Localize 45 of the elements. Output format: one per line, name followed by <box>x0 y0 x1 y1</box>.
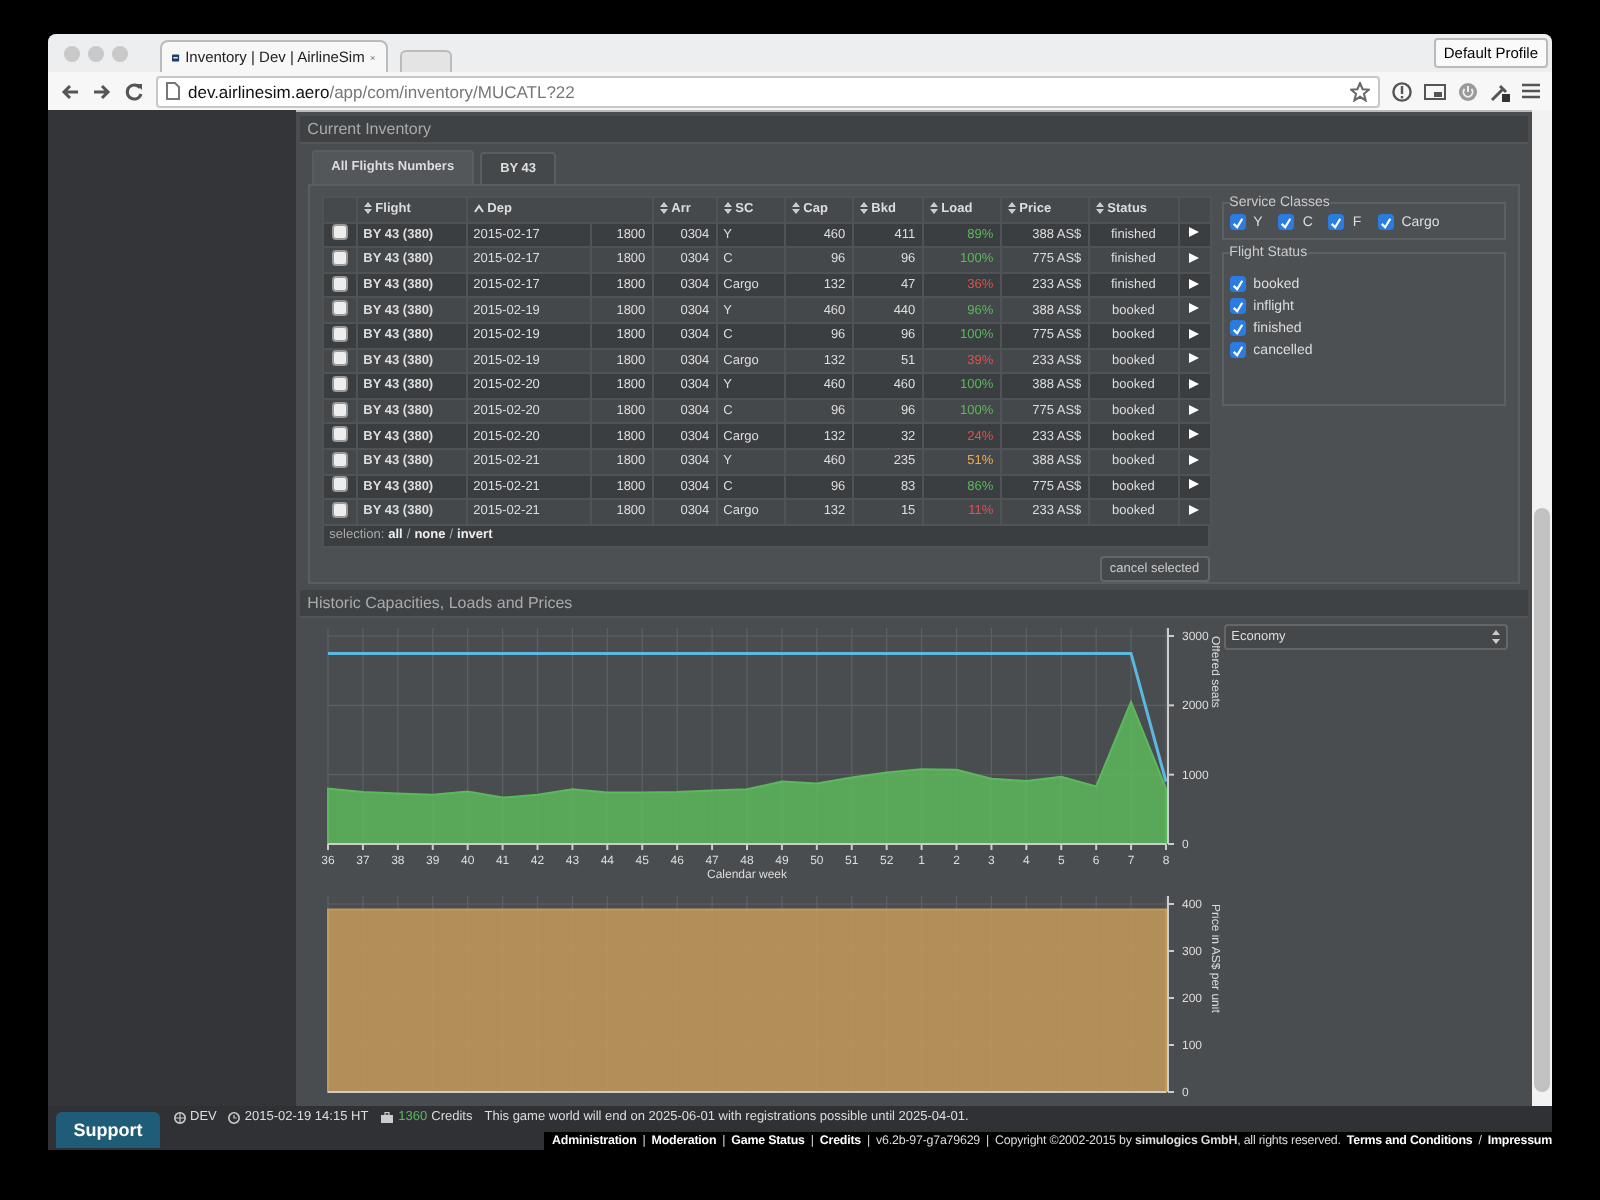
section-header: Historic Capacities, Loads and Prices <box>299 590 1529 618</box>
url-text: dev.airlinesim.aero/app/com/inventory/MUCATL?22 <box>188 81 577 101</box>
cast-icon[interactable] <box>1424 81 1446 101</box>
checkbox[interactable] <box>331 325 348 342</box>
checkmark-icon <box>1379 215 1392 229</box>
checkbox[interactable] <box>331 426 348 443</box>
section-header: Current Inventory <box>299 116 1529 144</box>
checkbox[interactable] <box>1229 276 1246 292</box>
clock-icon <box>228 1111 241 1123</box>
checkbox[interactable] <box>331 350 348 367</box>
reload-icon[interactable] <box>124 81 144 101</box>
checkbox[interactable] <box>331 501 348 518</box>
power-icon[interactable] <box>1458 81 1478 101</box>
checkbox[interactable] <box>1377 214 1394 230</box>
globe-icon <box>174 1111 186 1123</box>
checkbox[interactable] <box>331 300 348 317</box>
checkbox[interactable] <box>331 375 348 392</box>
checkbox[interactable] <box>1229 320 1246 336</box>
checkbox[interactable] <box>331 451 348 468</box>
menu-icon[interactable] <box>1522 82 1540 100</box>
address-bar[interactable]: dev.airlinesim.aero/app/com/inventory/MUCATL?22 <box>156 75 1380 107</box>
briefcase-icon <box>380 1111 395 1123</box>
page-icon <box>166 82 180 100</box>
checkbox[interactable] <box>331 224 348 241</box>
checkmark-icon <box>1330 215 1343 229</box>
checkbox[interactable] <box>1328 214 1345 230</box>
checkbox[interactable] <box>1229 298 1246 314</box>
eyedropper-icon[interactable] <box>1490 81 1510 101</box>
updown-icon <box>1492 630 1501 644</box>
checkbox[interactable] <box>331 275 348 292</box>
support-button[interactable]: Support <box>56 1112 160 1148</box>
checkbox[interactable] <box>1229 342 1246 358</box>
checkbox[interactable] <box>331 249 348 266</box>
checkbox[interactable] <box>1229 214 1246 230</box>
checkbox[interactable] <box>331 401 348 418</box>
back-arrow-icon[interactable] <box>60 81 80 101</box>
scrollbar-thumb[interactable] <box>1534 508 1550 1092</box>
checkbox[interactable] <box>331 476 348 493</box>
checkmark-icon <box>1280 215 1293 229</box>
info-icon[interactable] <box>1392 81 1412 101</box>
checkmark-icon <box>1231 215 1244 229</box>
forward-arrow-icon[interactable] <box>92 81 112 101</box>
checkbox[interactable] <box>1278 214 1295 230</box>
star-icon[interactable] <box>1350 81 1370 101</box>
site-logo-icon <box>172 49 180 65</box>
